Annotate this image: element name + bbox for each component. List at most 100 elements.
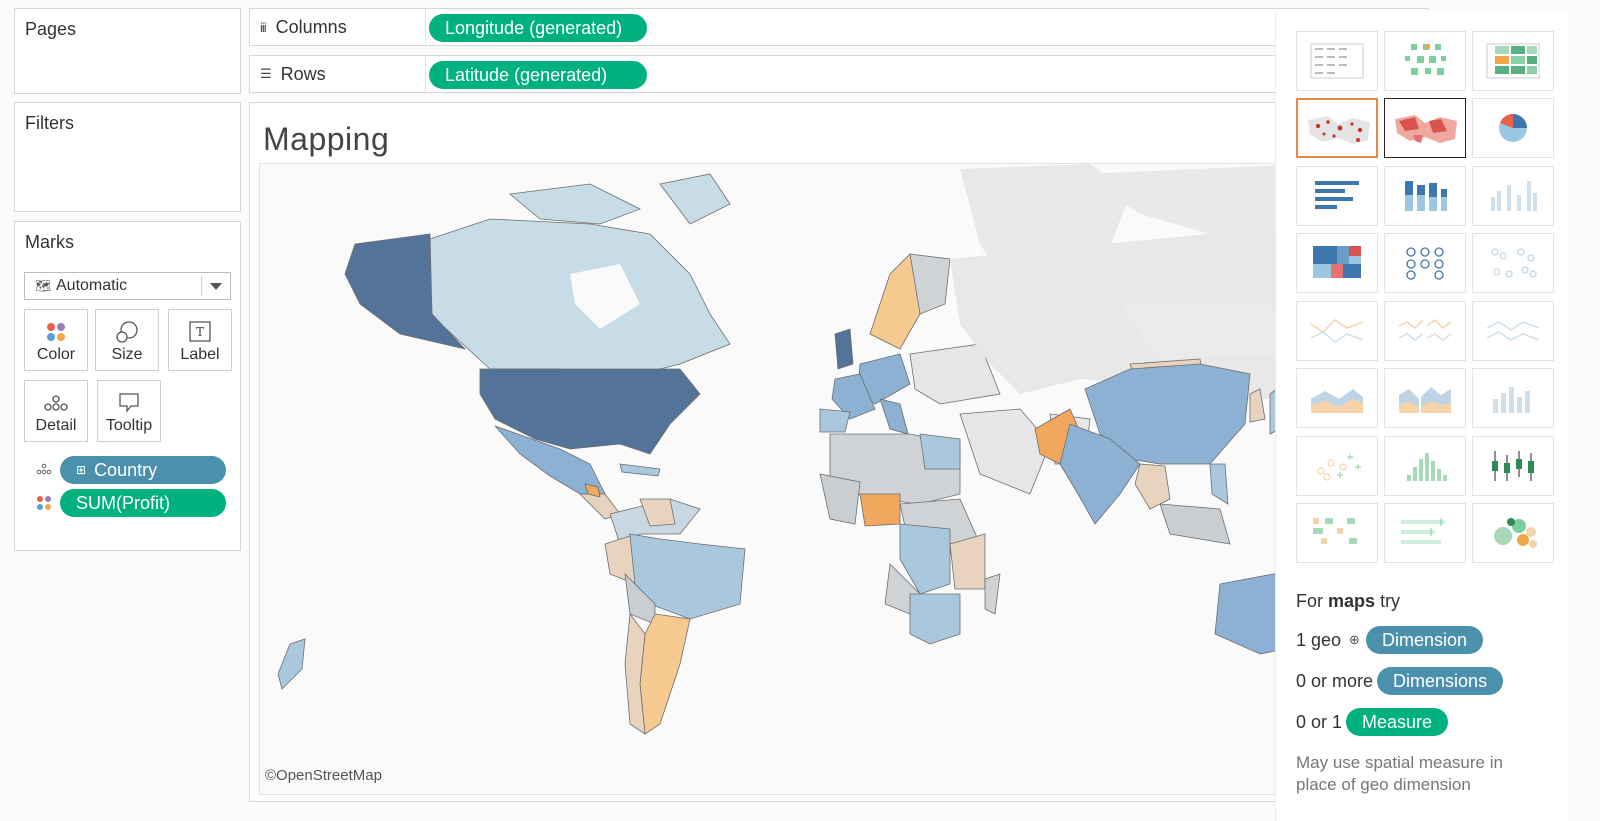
side-by-side-bars-icon	[1491, 181, 1537, 211]
area-continuous-chart[interactable]	[1296, 368, 1378, 428]
treemap-icon	[1313, 246, 1361, 278]
filters-card[interactable]: Filters	[14, 102, 241, 212]
longitude-pill[interactable]: Longitude (generated)	[429, 14, 647, 42]
color-label: Color	[36, 346, 76, 363]
side-by-side-bars-chart[interactable]	[1472, 166, 1554, 226]
circle-views-chart[interactable]	[1384, 233, 1466, 293]
symbol-map-chart[interactable]	[1296, 98, 1378, 158]
req-geo-label: 1 geo	[1296, 629, 1342, 650]
filters-title: Filters	[25, 113, 74, 133]
mark-type-value: Automatic	[56, 277, 128, 294]
req-measure-pill: Measure	[1346, 708, 1449, 736]
color-icon	[47, 323, 65, 341]
globe-icon: ⊕	[1349, 632, 1360, 647]
pie-chart[interactable]	[1472, 98, 1554, 158]
sum-profit-pill-text: SUM(Profit)	[76, 492, 170, 513]
side-by-side-circles-icon	[1491, 248, 1537, 278]
scatter-plot-chart[interactable]	[1296, 436, 1378, 496]
show-me-hint: For maps try	[1296, 591, 1400, 612]
columns-icon: iii	[260, 19, 267, 35]
pie-icon	[1499, 114, 1527, 142]
color-small-icon	[37, 496, 51, 510]
pages-title: Pages	[25, 19, 77, 39]
map-credit: ©OpenStreetMap	[265, 767, 382, 784]
expand-plus-icon: ⊞	[76, 463, 87, 477]
box-whisker-icon	[1492, 451, 1534, 481]
tooltip-button[interactable]: Tooltip	[97, 380, 161, 442]
bullet-graph-icon	[1401, 518, 1445, 544]
gantt-chart[interactable]	[1296, 503, 1378, 563]
side-by-side-circles-chart[interactable]	[1472, 233, 1554, 293]
detail-small-icon	[36, 463, 52, 475]
latitude-pill-text: Latitude (generated)	[445, 64, 608, 85]
map-area[interactable]: .b{stroke:#6e6e6e;stroke-width:0.8}	[259, 163, 1309, 795]
req-dims-label: 0 or more	[1296, 670, 1374, 691]
lines-continuous-chart[interactable]	[1296, 301, 1378, 361]
label-button[interactable]: T Label	[168, 309, 232, 371]
gantt-icon	[1313, 518, 1357, 544]
circle-views-icon	[1406, 247, 1444, 280]
dual-combination-chart[interactable]	[1472, 368, 1554, 428]
req-measure-label: 0 or 1	[1296, 711, 1343, 732]
packed-bubbles-chart[interactable]	[1472, 503, 1554, 563]
pages-card[interactable]: Pages	[14, 8, 241, 94]
dropdown-divider	[201, 276, 202, 296]
hint-suffix: try	[1380, 591, 1401, 611]
treemap-chart[interactable]	[1296, 233, 1378, 293]
chevron-down-icon	[210, 283, 222, 290]
world-map: .b{stroke:#6e6e6e;stroke-width:0.8}	[277, 164, 1308, 735]
stacked-bars-icon	[1405, 181, 1447, 211]
size-icon	[116, 321, 138, 343]
symbol-table-icon	[1405, 44, 1446, 75]
dual-lines-icon	[1486, 321, 1540, 341]
box-whisker-chart[interactable]	[1472, 436, 1554, 496]
latitude-pill[interactable]: Latitude (generated)	[429, 61, 647, 89]
tooltip-icon	[119, 393, 139, 413]
detail-icon	[44, 395, 68, 411]
symbol-map-icon	[1308, 116, 1370, 144]
columns-label-text: Columns	[275, 16, 347, 37]
histogram-chart[interactable]	[1384, 436, 1466, 496]
sum-profit-pill[interactable]: SUM(Profit)	[60, 489, 226, 517]
scatter-plot-icon	[1317, 454, 1361, 481]
dual-lines-chart[interactable]	[1472, 301, 1554, 361]
country-pill[interactable]: ⊞ Country	[60, 456, 226, 484]
label-icon: T	[189, 321, 211, 342]
horizontal-bars-icon	[1315, 181, 1359, 209]
size-button[interactable]: Size	[95, 309, 159, 371]
area-discrete-chart[interactable]	[1384, 368, 1466, 428]
mark-type-dropdown[interactable]: 🗺 Automatic	[24, 272, 231, 300]
heat-map-chart[interactable]	[1472, 31, 1554, 91]
stacked-bars-chart[interactable]	[1384, 166, 1466, 226]
color-button[interactable]: Color	[24, 309, 88, 371]
req-geo-pill: Dimension	[1365, 626, 1483, 654]
text-table-chart[interactable]	[1296, 31, 1378, 91]
req-dims-row: 0 or more Dimensions	[1296, 666, 1504, 696]
rows-shelf[interactable]: ☰ Rows Latitude (generated)	[249, 55, 1429, 93]
detail-label: Detail	[35, 417, 77, 434]
view-card: Mapping .b{stroke:#6e6e6e;stroke-width:0…	[249, 102, 1429, 802]
hint-bold: maps	[1328, 591, 1376, 611]
packed-bubbles-icon	[1494, 518, 1537, 548]
country-pill-text: Country	[94, 459, 158, 480]
label-label: Label	[180, 346, 220, 363]
detail-button[interactable]: Detail	[24, 380, 88, 442]
size-label: Size	[111, 346, 143, 363]
filled-map-icon	[1395, 115, 1457, 143]
rows-label-text: Rows	[280, 63, 326, 84]
lines-continuous-icon	[1310, 319, 1364, 343]
filled-map-chart[interactable]	[1384, 98, 1466, 158]
symbol-table-chart[interactable]	[1384, 31, 1466, 91]
area-discrete-icon	[1399, 387, 1451, 413]
bullet-graph-chart[interactable]	[1384, 503, 1466, 563]
dual-combination-icon	[1493, 387, 1530, 413]
longitude-pill-text: Longitude (generated)	[445, 17, 623, 38]
horizontal-bars-chart[interactable]	[1296, 166, 1378, 226]
columns-shelf[interactable]: iii Columns Longitude (generated)	[249, 8, 1429, 46]
marks-card: Marks 🗺 Automatic Color Size T Label Det…	[14, 221, 241, 551]
map-glyph-icon: 🗺	[35, 278, 52, 293]
hint-prefix: For	[1296, 591, 1323, 611]
lines-discrete-icon	[1398, 319, 1452, 341]
lines-discrete-chart[interactable]	[1384, 301, 1466, 361]
req-dims-pill: Dimensions	[1377, 667, 1504, 695]
